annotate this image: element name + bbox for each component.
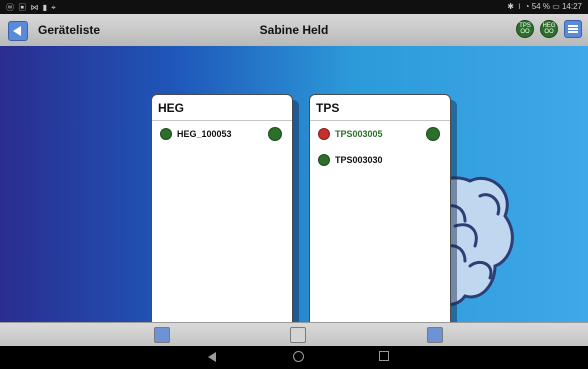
nav-recents-icon[interactable]: [379, 351, 389, 361]
heg-connection-icon[interactable]: HEG OO: [540, 20, 558, 38]
heg-device-icon: [160, 128, 172, 140]
tps-device-row[interactable]: TPS003005: [310, 121, 450, 147]
app-header: Geräteliste Sabine Held TPS OO HEG OO: [0, 14, 588, 47]
main-content: HEG HEG_100053 TPS TPS003005 TPS003030: [0, 46, 588, 322]
bottom-toolbar: [0, 322, 588, 347]
menu-icon[interactable]: [564, 20, 582, 38]
heg-device-row[interactable]: HEG_100053: [152, 121, 292, 147]
user-name-title: Sabine Held: [259, 23, 329, 37]
tps-device-icon: [318, 154, 330, 166]
tps-connection-icon[interactable]: TPS OO: [516, 20, 534, 38]
disabled-action-button[interactable]: [290, 327, 306, 343]
tps-device-row[interactable]: TPS003030: [310, 147, 450, 173]
system-status-bar: ⓦ ▣ ⋈ ▮ ⌖ ✱ ⏽ ◔ 54 % ▭ 14:27: [0, 0, 588, 14]
tps-status-icon[interactable]: [426, 127, 440, 141]
heg-view-button[interactable]: [154, 327, 170, 343]
heg-panel-title: HEG: [152, 95, 292, 121]
nav-back-icon[interactable]: [208, 352, 216, 362]
tps-device-name: TPS003030: [335, 155, 383, 165]
header-actions: TPS OO HEG OO: [516, 20, 582, 38]
heg-device-name: HEG_100053: [177, 129, 232, 139]
heg-status-icon[interactable]: [268, 127, 282, 141]
tps-panel-title: TPS: [310, 95, 450, 121]
tps-view-button[interactable]: [427, 327, 443, 343]
nav-home-icon[interactable]: [293, 351, 304, 362]
tps-device-name: TPS003005: [335, 129, 383, 139]
status-left-icons: ⓦ ▣ ⋈ ▮ ⌖: [6, 3, 57, 12]
tps-device-icon-red: [318, 128, 330, 140]
heg-device-panel: HEG HEG_100053: [151, 94, 293, 322]
tps-device-panel: TPS TPS003005 TPS003030: [309, 94, 451, 322]
status-right-info: ✱ ⏽ ◔ 54 % ▭ 14:27: [507, 2, 582, 11]
android-navigation-bar: [0, 346, 588, 369]
